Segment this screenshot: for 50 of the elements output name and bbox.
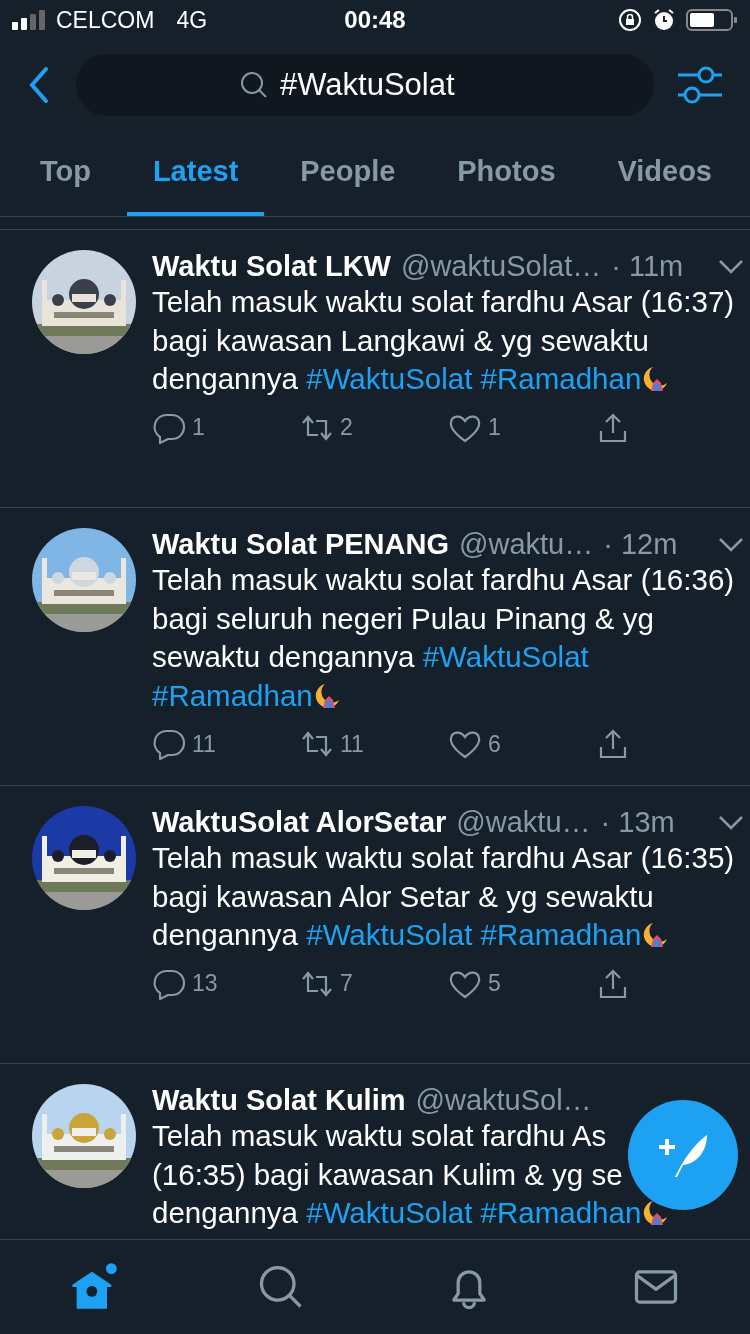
tab[interactable]: Top [14,130,117,216]
tweet-time: · 11m [611,250,684,283]
hashtag-link[interactable]: #WaktuSolat [422,640,589,673]
tab[interactable]: People [274,130,422,216]
search-field[interactable]: #WaktuSolat [280,67,490,103]
reply-count: 1 [192,414,205,441]
hashtag-link[interactable]: #WaktuSolat [306,362,473,395]
retweet-count: 7 [340,970,353,997]
battery-icon [686,8,738,32]
retweet-count: 2 [340,414,353,441]
reply-icon[interactable] [152,727,186,761]
search-icon [240,71,268,99]
hashtag-link[interactable]: #Ramadhan [480,918,670,951]
reply-count: 13 [192,970,218,997]
like-count: 6 [488,730,501,758]
author-name: Waktu Solat PENANG [152,528,449,561]
carrier-name: CELCOM [56,6,155,34]
hashtag-link[interactable]: #WaktuSolat [306,1196,473,1229]
crescent-moon-icon [641,921,670,949]
chevron-down-icon[interactable] [718,536,744,553]
rotation-lock-icon [618,8,642,32]
signal-icon [12,10,48,30]
like-count: 5 [488,970,501,997]
tab[interactable]: Photos [431,130,582,216]
author-handle: @waktuSol… [415,1084,592,1117]
clock-time: 00:48 [344,6,406,34]
author-name: WaktuSolat AlorSetar [152,806,447,839]
tweet-text: Telah masuk waktu solat fardhu Asar (16:37) bagi kawasan Langkawi & yg sewaktu dengannya #WaktuSolat #Ramadhan [152,284,736,397]
tweet-text: Telah masuk waktu solat fardhu Asar (16:36) bagi seluruh negeri Pulau Pinang & yg sewaktu dengannya #WaktuSolat #Ramadhan [152,562,736,714]
tab[interactable]: Latest [126,130,265,216]
author-handle: @waktu… [459,528,594,561]
tab[interactable]: Videos [591,130,738,216]
retweet-count: 11 [340,730,364,758]
hashtag-link[interactable]: #Ramadhan [480,362,670,395]
author-name: Waktu Solat LKW [152,250,391,283]
author-name: Waktu Solat Kulim [152,1084,406,1117]
author-handle: @waktu… [456,806,591,839]
hashtag-link[interactable]: #Ramadhan [152,678,341,712]
author-handle: @waktuSolat… [400,250,602,283]
tweet-time: · 13m [600,806,675,839]
reply-count: 11 [192,730,216,758]
chevron-down-icon[interactable] [718,814,744,831]
hashtag-link[interactable]: #WaktuSolat [306,918,473,951]
chevron-down-icon[interactable] [718,258,744,275]
like-count: 1 [488,414,501,441]
crescent-moon-icon [641,365,670,393]
alarm-icon [652,8,676,32]
tweet-text: Telah masuk waktu solat fardhu Asar (16:35) bagi kawasan Alor Setar & yg sewaktu dengannya #WaktuSolat #Ramadhan [152,840,736,953]
tweet-time: · 12m [603,528,678,561]
network-type: 4G [176,6,208,34]
